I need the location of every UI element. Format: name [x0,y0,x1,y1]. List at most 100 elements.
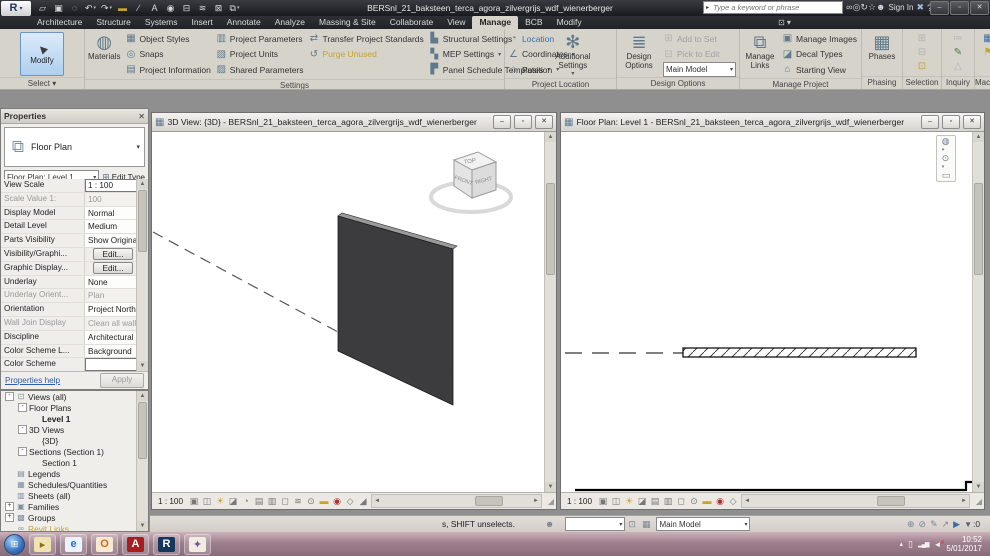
tree-item[interactable]: ∞ Revit Links [1,523,148,532]
inquiry-tool-icon[interactable]: ≔ [951,32,965,45]
property-row[interactable]: Discipline Architectural [1,331,139,345]
ribbon-tab[interactable]: BCB [518,16,549,29]
qat-button[interactable]: ↶ [83,2,98,15]
scroll-up-icon[interactable]: ▲ [973,132,984,142]
property-value[interactable]: Edit... [93,248,133,260]
3d-horizontal-scrollbar[interactable]: ◄ ► [371,494,542,508]
scroll-up-icon[interactable]: ▲ [545,132,556,142]
taskbar-app-button[interactable]: ▸ [29,534,56,555]
view-control-icon[interactable]: ☀ [623,495,635,507]
property-value[interactable]: None [85,276,139,289]
tree-item[interactable]: - Sections (Section 1) [1,446,148,457]
resize-grip[interactable]: ◢ [972,497,984,506]
show-hidden-icons[interactable]: ▴ [900,540,904,548]
ribbon-display-toggle[interactable]: ⊡ ▾ [772,16,797,29]
property-value[interactable]: Clean all wall j... [85,317,139,330]
reference-plane-line[interactable] [153,232,338,332]
ribbon-tab[interactable]: Systems [138,16,185,29]
inquiry-tool-icon[interactable]: ✎ [951,46,965,59]
property-value[interactable]: Edit... [93,262,133,274]
selection-control-icon[interactable]: ↗ [942,519,950,530]
selection-tool-icon[interactable]: ⊡ [915,60,929,73]
maximize-button[interactable]: ▫ [942,115,960,129]
view-control-icon[interactable]: ◻ [279,495,291,507]
selection-control-icon[interactable]: ▶ [953,519,960,530]
battery-icon[interactable]: ▯ [908,539,913,550]
phases-button[interactable]: ▦ Phases [865,31,899,62]
exchange-apps-icon[interactable]: ✖ [916,2,924,13]
view-control-icon[interactable]: ▣ [597,495,609,507]
property-row[interactable]: Scale Value 1: 100 [1,193,139,207]
view-control-icon[interactable]: ▬ [701,495,713,507]
property-row[interactable]: Wall Join Display Clean all wall j... [1,317,139,331]
view-control-icon[interactable]: ◉ [331,495,343,507]
materials-button[interactable]: ◍ Materials [88,31,120,62]
tree-item[interactable]: + ▩ Groups [1,512,148,523]
3d-canvas[interactable]: TOP FRONT RIGHT [152,132,544,492]
tree-item[interactable]: ▦ Schedules/Quantities [1,479,148,490]
ribbon-tab[interactable]: Manage [472,16,518,29]
selection-control-icon[interactable]: ✎ [930,519,938,530]
tree-item[interactable]: ▤ Legends [1,468,148,479]
tree-item[interactable]: + ▣ Families [1,501,148,512]
worksets-icon[interactable]: ⊡ [628,519,636,530]
plan-vertical-scrollbar[interactable]: ▲ ▼ [972,132,984,492]
property-row[interactable]: Underlay Orient... Plan [1,289,139,303]
design-options-button[interactable]: ≣ Design Options [620,31,658,70]
view-control-icon[interactable]: ◇ [727,495,739,507]
scrollbar-thumb[interactable] [475,496,503,506]
manage-links-button[interactable]: ⧉ Manage Links [743,31,777,70]
ribbon-button[interactable]: ▨ Shared Parameters [216,62,304,78]
search-input[interactable] [711,2,842,13]
section-line[interactable] [575,482,972,490]
close-button[interactable]: ✕ [970,1,989,15]
tree-item[interactable]: - Floor Plans [1,402,148,413]
scale-button[interactable]: 1 : 100 [561,497,597,506]
selection-tool-icon[interactable]: ⊞ [915,32,929,45]
scrollbar-thumb[interactable] [546,183,555,275]
application-menu-button[interactable]: R ▾ [1,1,31,16]
apply-button[interactable]: Apply [100,373,144,388]
view-control-icon[interactable]: ◻ [675,495,687,507]
view-control-icon[interactable]: ◫ [201,495,213,507]
property-value[interactable]: Background [85,345,139,358]
qat-button[interactable]: ∕ [131,2,146,15]
view-control-icon[interactable]: ◉ [714,495,726,507]
ribbon-button[interactable]: ∠ Coordinates [508,47,575,63]
view-control-icon[interactable]: ◔ [240,495,252,507]
qat-button[interactable]: ▬ [115,2,130,15]
ribbon-button[interactable]: ◪ Decal Types [782,47,857,63]
selection-control-icon[interactable]: ⊕ [907,519,915,530]
worksets-combo[interactable]: ▾ [565,517,625,531]
minimize-button[interactable]: ‒ [921,115,939,129]
tree-item[interactable]: {3D} [1,435,148,446]
property-row[interactable]: Color Scheme L... Background [1,345,139,359]
qat-button[interactable]: ⊟ [179,2,194,15]
ribbon-button[interactable]: ▣ Manage Images [782,31,857,47]
scroll-up-icon[interactable]: ▲ [137,391,148,401]
qat-button[interactable]: ⊠ [211,2,226,15]
scroll-down-icon[interactable]: ▼ [137,361,148,371]
property-value[interactable]: 1 : 100 [85,179,139,192]
taskbar-app-button[interactable]: e [60,534,87,555]
property-value[interactable]: 100 [85,193,139,206]
property-value[interactable]: Medium [85,220,139,233]
start-button[interactable]: ⊞ [4,534,25,555]
ribbon-tab[interactable]: Insert [184,16,219,29]
ribbon-button[interactable]: ⌂ Position [508,62,575,78]
taskbar-app-button[interactable]: ✦ [184,534,211,555]
scrollbar-thumb[interactable] [877,496,905,506]
resize-grip[interactable]: ◢ [544,497,556,506]
view-control-icon[interactable]: ▣ [188,495,200,507]
ribbon-button[interactable]: ◔ Location [508,31,575,47]
navigation-tool-icon[interactable]: ⊙ [942,153,951,164]
property-value[interactable]: Show Original [85,234,139,247]
ribbon-button[interactable]: ▦ Object Styles [125,31,210,47]
qat-button[interactable]: A [147,2,162,15]
browser-scrollbar[interactable]: ▲ ▼ [136,391,148,531]
navigation-tool-icon[interactable]: ▭ [942,170,951,181]
infocenter-icon[interactable]: ↻ [860,2,868,12]
ribbon-tab[interactable]: Modify [550,16,589,29]
view-control-icon[interactable]: ▬ [318,495,330,507]
ribbon-tab[interactable]: Analyze [268,16,312,29]
